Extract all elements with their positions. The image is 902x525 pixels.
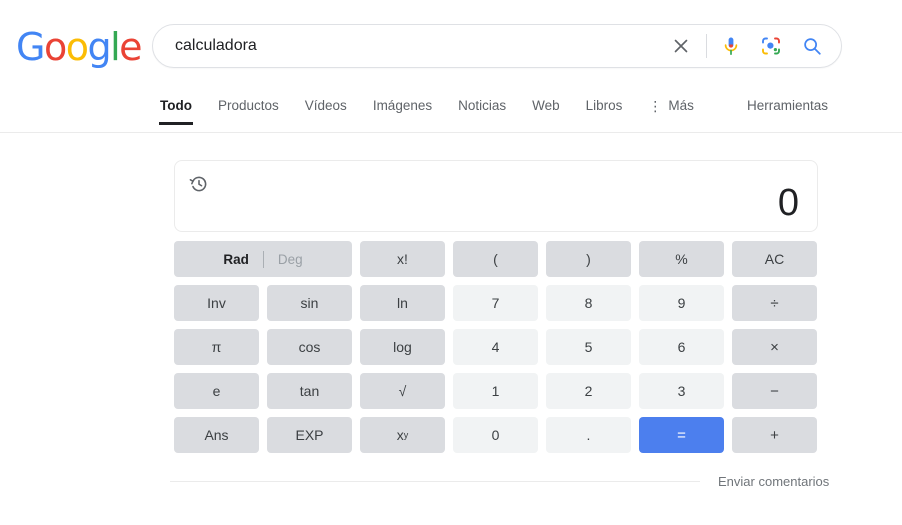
- rad-deg-toggle[interactable]: Rad Deg: [174, 241, 352, 277]
- tab-videos[interactable]: Vídeos: [305, 92, 347, 125]
- key-square-root[interactable]: √: [360, 373, 445, 409]
- send-feedback-link[interactable]: Enviar comentarios: [718, 474, 829, 489]
- tab-noticias[interactable]: Noticias: [458, 92, 506, 125]
- keypad-row: Rad Deg x! ( ) % AC: [174, 241, 818, 277]
- key-close-paren[interactable]: ): [546, 241, 631, 277]
- key-digit-2[interactable]: 2: [546, 373, 631, 409]
- calculator-footer: Enviar comentarios: [170, 474, 842, 489]
- search-nav-bar: Todo Productos Vídeos Imágenes Noticias …: [0, 92, 902, 133]
- key-digit-1[interactable]: 1: [453, 373, 538, 409]
- key-digit-8[interactable]: 8: [546, 285, 631, 321]
- key-subtract[interactable]: −: [732, 373, 817, 409]
- history-icon[interactable]: [188, 173, 210, 195]
- key-digit-9[interactable]: 9: [639, 285, 724, 321]
- key-sin[interactable]: sin: [267, 285, 352, 321]
- key-digit-4[interactable]: 4: [453, 329, 538, 365]
- search-input[interactable]: [153, 37, 666, 55]
- tab-label: Vídeos: [304, 98, 347, 113]
- key-add[interactable]: +: [732, 417, 817, 453]
- search-icon[interactable]: [797, 31, 827, 61]
- tab-label: Todo: [160, 98, 192, 113]
- key-exponent[interactable]: EXP: [267, 417, 352, 453]
- key-digit-6[interactable]: 6: [639, 329, 724, 365]
- tab-web[interactable]: Web: [532, 92, 560, 125]
- key-inverse[interactable]: Inv: [174, 285, 259, 321]
- more-vertical-icon: ⋮: [648, 97, 663, 114]
- footer-divider: [170, 481, 700, 482]
- tab-label: Noticias: [458, 98, 507, 113]
- tools-button[interactable]: Herramientas: [747, 92, 828, 125]
- keypad-row: e tan √ 1 2 3 −: [174, 373, 818, 409]
- calculator-widget: 0 Rad Deg x! ( ) % AC Inv sin ln 7 8 9 ÷…: [174, 160, 818, 453]
- key-cos[interactable]: cos: [267, 329, 352, 365]
- power-base: x: [396, 427, 404, 443]
- key-tan[interactable]: tan: [267, 373, 352, 409]
- key-euler[interactable]: e: [174, 373, 259, 409]
- close-icon[interactable]: [666, 31, 696, 61]
- key-digit-0[interactable]: 0: [453, 417, 538, 453]
- rad-label[interactable]: Rad: [209, 252, 263, 267]
- tab-libros[interactable]: Libros: [586, 92, 623, 125]
- google-lens-icon[interactable]: [757, 32, 785, 60]
- deg-label[interactable]: Deg: [264, 252, 317, 267]
- key-all-clear[interactable]: AC: [732, 241, 817, 277]
- page-header: Google calculadora Todo Productos Vídeos…: [0, 0, 902, 133]
- tab-imagenes[interactable]: Imágenes: [373, 92, 432, 125]
- key-equals[interactable]: =: [639, 417, 724, 453]
- tab-label: Imágenes: [372, 98, 433, 113]
- key-open-paren[interactable]: (: [453, 241, 538, 277]
- key-digit-3[interactable]: 3: [639, 373, 724, 409]
- tab-mas[interactable]: ⋮ Más: [648, 92, 694, 125]
- microphone-icon[interactable]: [717, 32, 745, 60]
- key-decimal-point[interactable]: .: [546, 417, 631, 453]
- tab-productos[interactable]: Productos: [218, 92, 279, 125]
- key-log[interactable]: log: [360, 329, 445, 365]
- key-ln[interactable]: ln: [360, 285, 445, 321]
- key-divide[interactable]: ÷: [732, 285, 817, 321]
- key-factorial[interactable]: x!: [360, 241, 445, 277]
- search-bar[interactable]: [152, 24, 842, 68]
- key-answer[interactable]: Ans: [174, 417, 259, 453]
- tab-label: Más: [668, 98, 694, 113]
- tab-todo[interactable]: Todo: [159, 92, 193, 125]
- display-value: 0: [777, 182, 799, 225]
- key-power[interactable]: xy: [360, 417, 445, 453]
- key-digit-7[interactable]: 7: [453, 285, 538, 321]
- tab-label: Productos: [217, 98, 279, 113]
- key-digit-5[interactable]: 5: [546, 329, 631, 365]
- key-pi[interactable]: π: [174, 329, 259, 365]
- key-multiply[interactable]: ×: [732, 329, 817, 365]
- keypad-row: π cos log 4 5 6 ×: [174, 329, 818, 365]
- key-percent[interactable]: %: [639, 241, 724, 277]
- mode-divider: [262, 250, 264, 268]
- keypad-row: Inv sin ln 7 8 9 ÷: [174, 285, 818, 321]
- tab-label: Web: [532, 98, 560, 113]
- keypad-row: Ans EXP xy 0 . = +: [174, 417, 818, 453]
- calculator-display: 0: [174, 160, 818, 232]
- nav-tabs: Todo Productos Vídeos Imágenes Noticias …: [159, 92, 720, 125]
- calculator-keypad: Rad Deg x! ( ) % AC Inv sin ln 7 8 9 ÷ π…: [174, 241, 818, 453]
- tab-label: Libros: [585, 98, 623, 113]
- google-logo[interactable]: Google: [16, 28, 143, 66]
- search-divider: [706, 34, 707, 58]
